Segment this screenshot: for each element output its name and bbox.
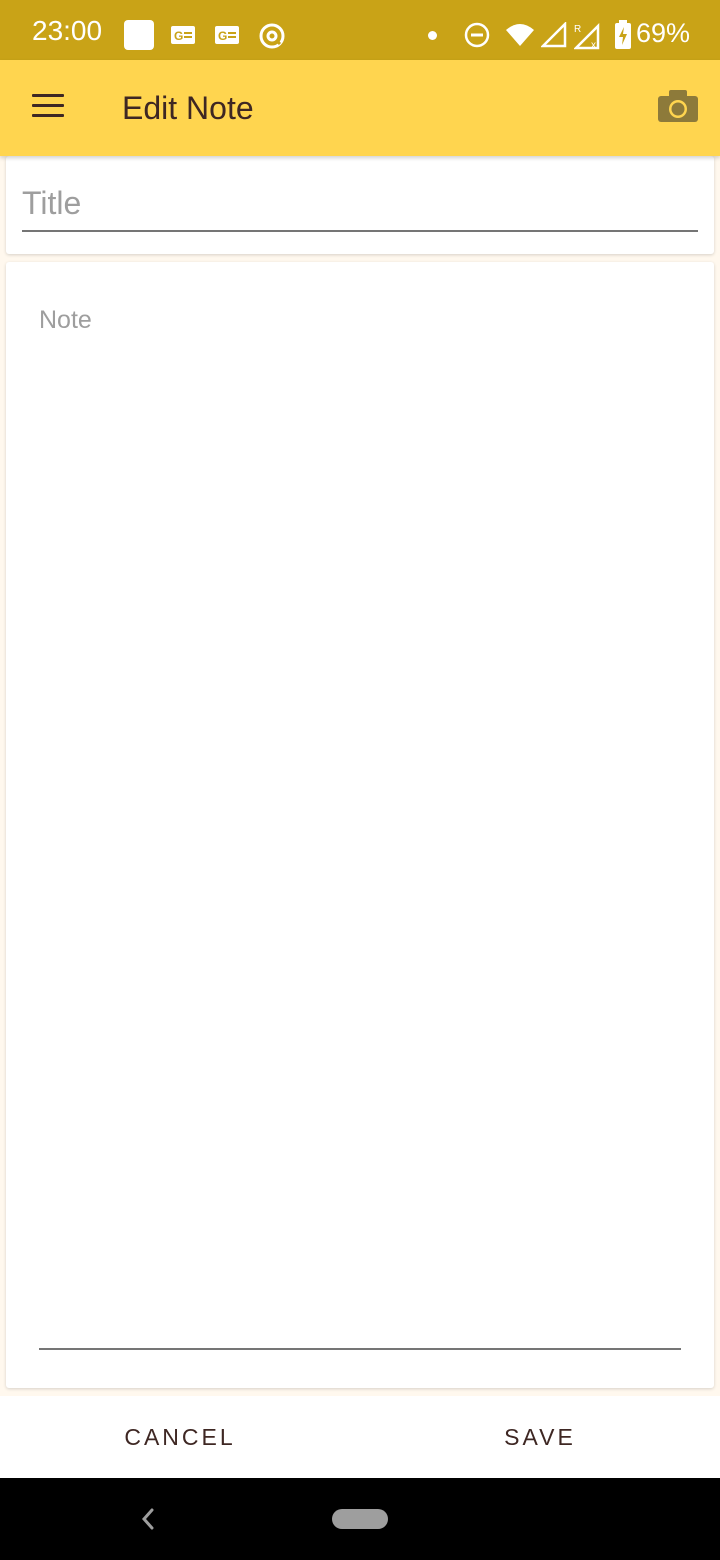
status-bar: 23:00 G G 4 Rx 69% <box>0 0 720 60</box>
svg-text:G: G <box>174 29 183 43</box>
dnd-icon <box>464 22 490 53</box>
svg-text:x: x <box>591 40 596 50</box>
gmail-icon: G <box>170 24 196 51</box>
signal-icon <box>539 20 567 53</box>
battery-percentage: 69% <box>636 18 691 48</box>
svg-text:G: G <box>218 29 227 43</box>
note-input[interactable] <box>39 306 681 1350</box>
back-chevron-icon[interactable] <box>138 1504 158 1539</box>
svg-text:4: 4 <box>524 37 530 48</box>
title-card <box>6 156 714 254</box>
signal-roaming-icon: Rx <box>572 22 604 55</box>
note-card <box>6 262 714 1388</box>
status-time: 23:00 <box>32 15 103 46</box>
wifi-icon: 4 <box>505 22 535 53</box>
navigation-bar <box>0 1478 720 1560</box>
battery-charging-icon <box>614 20 632 55</box>
cancel-button[interactable]: CANCEL <box>0 1396 360 1478</box>
title-input[interactable] <box>22 182 698 232</box>
dot-icon <box>428 31 437 40</box>
app-square-icon <box>124 20 154 50</box>
hamburger-menu-icon[interactable] <box>32 94 64 122</box>
at-icon <box>258 22 286 55</box>
app-bar: Edit Note <box>0 60 720 156</box>
camera-icon[interactable] <box>658 90 698 127</box>
gmail-icon: G <box>214 24 240 51</box>
save-button[interactable]: SAVE <box>360 1396 720 1478</box>
page-title: Edit Note <box>122 90 254 126</box>
svg-text:R: R <box>574 24 581 35</box>
action-bar: CANCEL SAVE <box>0 1396 720 1478</box>
home-pill-icon[interactable] <box>332 1509 388 1529</box>
